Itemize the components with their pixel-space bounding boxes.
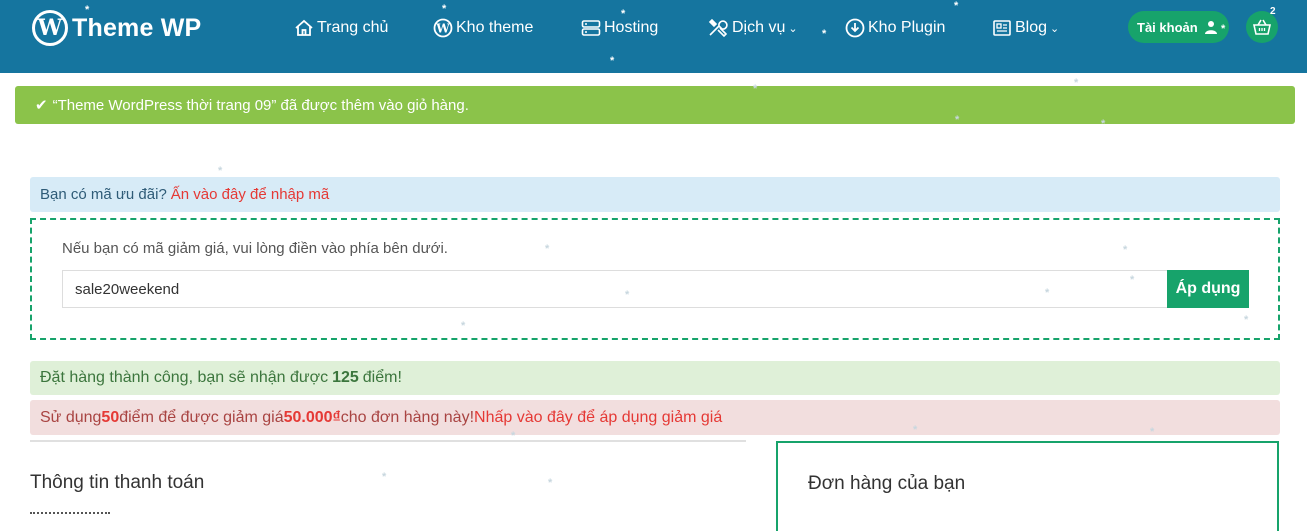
snowflake-icon: * (1074, 77, 1079, 89)
points-redeem-notice: Sử dụng 50 điểm để được giảm giá 50.000₫… (30, 400, 1280, 435)
home-icon (295, 19, 313, 36)
billing-title: Thông tin thanh toán (30, 472, 205, 493)
snowflake-icon: * (1244, 314, 1249, 326)
wordpress-logo-icon: W (32, 10, 68, 46)
coupon-code-input[interactable] (62, 270, 1168, 308)
basket-icon (1253, 19, 1271, 35)
snowflake-icon: * (1221, 23, 1226, 35)
nav-label: Kho theme (456, 19, 534, 36)
account-button[interactable]: Tài khoản (1128, 11, 1229, 43)
nav-label: Hosting (604, 19, 659, 36)
points-earned-prefix: Đặt hàng thành công, bạn sẽ nhận được (40, 369, 329, 386)
points-earned-notice: Đặt hàng thành công, bạn sẽ nhận được 12… (30, 361, 1280, 395)
snowflake-icon: * (548, 477, 553, 489)
coupon-form: Nếu bạn có mã giảm giá, vui lòng điền và… (30, 218, 1280, 340)
added-to-cart-text: “Theme WordPress thời trang 09” đã được … (52, 96, 469, 114)
snowflake-icon: * (1045, 287, 1050, 299)
snowflake-icon: * (1150, 426, 1155, 438)
nav-item-blog[interactable]: Blog ⌄ (992, 14, 1059, 42)
nav-item-home[interactable]: Trang chủ (294, 14, 388, 42)
nav-item-services[interactable]: Dịch vụ ⌄ (707, 14, 798, 42)
coupon-info-notice: Bạn có mã ưu đãi? Ấn vào đây để nhập mã (30, 177, 1280, 212)
nav-item-themes[interactable]: W Kho theme (433, 14, 533, 42)
snowflake-icon: * (955, 114, 960, 126)
snowflake-icon: * (545, 243, 550, 255)
snowflake-icon: * (442, 3, 447, 15)
newspaper-icon (993, 20, 1011, 36)
chevron-down-icon: ⌄ (1050, 22, 1060, 35)
billing-field-label (30, 508, 120, 516)
account-label: Tài khoản (1137, 19, 1198, 35)
order-review-box: Đơn hàng của bạn (776, 441, 1279, 531)
snowflake-icon: * (511, 430, 516, 442)
points-use-middle: điểm để được giảm giá (119, 408, 284, 426)
nav-item-plugins[interactable]: Kho Plugin (845, 14, 945, 42)
coupon-question: Bạn có mã ưu đãi? (40, 186, 167, 203)
site-header: W Theme WP Trang chủ W Kho theme Hosting… (0, 0, 1307, 73)
points-earned-value: 125 (332, 369, 359, 386)
points-use-value: 50 (101, 408, 120, 426)
billing-divider (30, 440, 746, 442)
snowflake-icon: * (218, 165, 223, 177)
coupon-hint: Nếu bạn có mã giảm giá, vui lòng điền và… (62, 240, 448, 257)
order-title: Đơn hàng của bạn (808, 473, 966, 494)
apply-points-link[interactable]: Nhấp vào đây để áp dụng giảm giá (474, 409, 722, 427)
snowflake-icon: * (954, 0, 959, 12)
logo-text: Theme WP (72, 13, 202, 42)
site-logo[interactable]: W Theme WP (32, 10, 201, 46)
snowflake-icon: * (1123, 244, 1128, 256)
snowflake-icon: * (621, 8, 626, 20)
points-use-discount: 50.000₫ (283, 408, 341, 426)
tools-icon (708, 18, 728, 38)
snowflake-icon: * (822, 28, 827, 40)
cart-count-badge: 2 (1270, 6, 1276, 17)
snowflake-icon: * (382, 471, 387, 483)
points-use-prefix: Sử dụng (40, 408, 102, 426)
apply-coupon-button[interactable]: Áp dụng (1167, 270, 1249, 308)
check-icon: ✔ (35, 97, 48, 114)
show-coupon-link[interactable]: Ấn vào đây để nhập mã (171, 186, 329, 203)
snowflake-icon: * (753, 83, 758, 95)
user-icon (1204, 21, 1217, 34)
snowflake-icon: * (85, 4, 90, 16)
snowflake-icon: * (1101, 118, 1106, 130)
nav-label: Kho Plugin (868, 19, 946, 36)
snowflake-icon: * (461, 320, 466, 332)
nav-item-hosting[interactable]: Hosting (581, 14, 658, 42)
nav-label: Blog (1015, 19, 1048, 36)
snowflake-icon: * (625, 289, 630, 301)
server-icon (581, 20, 601, 36)
download-icon (845, 18, 865, 38)
chevron-down-icon: ⌄ (788, 22, 798, 35)
snowflake-icon: * (913, 424, 918, 436)
snowflake-icon: * (1130, 274, 1135, 286)
points-earned-suffix: điểm! (362, 369, 402, 386)
nav-label: Trang chủ (317, 19, 389, 36)
nav-label: Dịch vụ (732, 19, 786, 36)
svg-text:W: W (435, 22, 450, 36)
snowflake-icon: * (610, 55, 615, 67)
wordpress-icon: W (433, 18, 453, 38)
points-use-suffix: cho đơn hàng này! (340, 408, 475, 426)
